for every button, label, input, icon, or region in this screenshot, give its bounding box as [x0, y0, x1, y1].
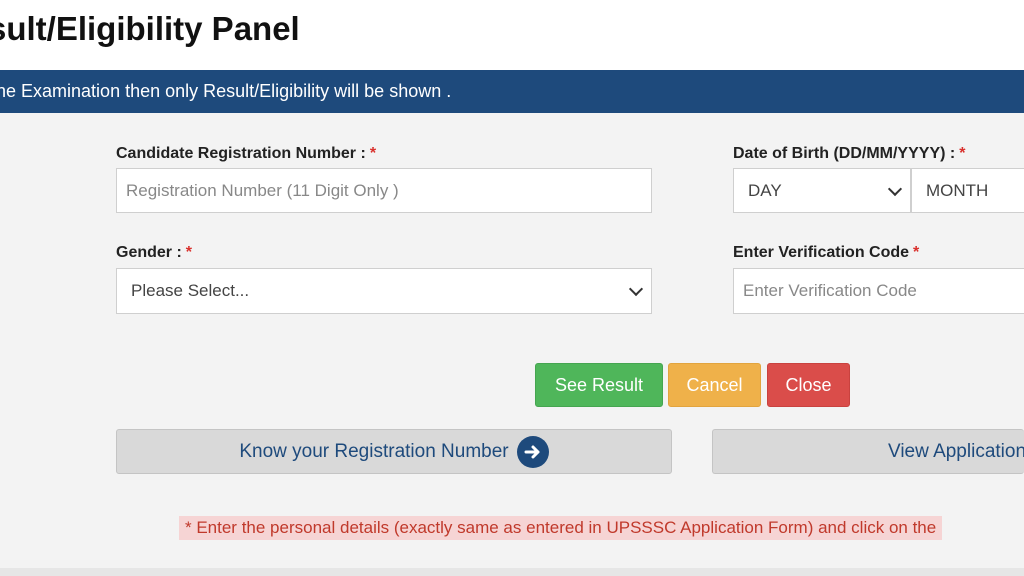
required-marker: *	[369, 145, 377, 162]
chevron-down-icon	[628, 281, 644, 297]
dob-month-select[interactable]: MONTH	[911, 168, 1024, 213]
required-marker: *	[959, 145, 966, 162]
view-application-label: View Application	[888, 440, 1024, 462]
page-title: sult/Eligibility Panel	[0, 10, 300, 47]
instruction-note: * Enter the personal details (exactly sa…	[179, 516, 943, 540]
arrow-right-icon	[516, 435, 549, 468]
gender-value: Please Select...	[131, 281, 250, 300]
registration-label: Candidate Registration Number : *	[116, 145, 377, 162]
know-registration-label: Know your Registration Number	[239, 440, 509, 462]
info-text: the Examination then only Result/Eligibi…	[0, 81, 452, 101]
page-bottom-edge	[0, 568, 1024, 576]
dob-day-value: DAY	[748, 180, 782, 200]
dob-label: Date of Birth (DD/MM/YYYY) : *	[733, 145, 966, 162]
know-registration-button[interactable]: Know your Registration Number	[116, 429, 672, 474]
required-marker: *	[913, 244, 920, 261]
required-marker: *	[185, 244, 193, 261]
verification-placeholder: Enter Verification Code	[743, 281, 917, 300]
verification-label: Enter Verification Code *	[733, 244, 920, 261]
gender-label: Gender : *	[116, 244, 193, 261]
view-application-button[interactable]: View Application	[712, 429, 1024, 474]
cancel-button[interactable]: Cancel	[668, 363, 761, 407]
info-bar: the Examination then only Result/Eligibi…	[0, 70, 1024, 113]
see-result-button[interactable]: See Result	[535, 363, 663, 407]
verification-input[interactable]: Enter Verification Code	[733, 268, 1024, 314]
gender-select[interactable]: Please Select...	[116, 268, 652, 314]
dob-month-value: MONTH	[926, 180, 989, 200]
registration-placeholder: Registration Number (11 Digit Only )	[126, 180, 399, 200]
chevron-down-icon	[887, 181, 903, 196]
dob-day-select[interactable]: DAY	[733, 168, 911, 213]
close-button[interactable]: Close	[767, 363, 850, 407]
registration-input[interactable]: Registration Number (11 Digit Only )	[116, 168, 652, 213]
